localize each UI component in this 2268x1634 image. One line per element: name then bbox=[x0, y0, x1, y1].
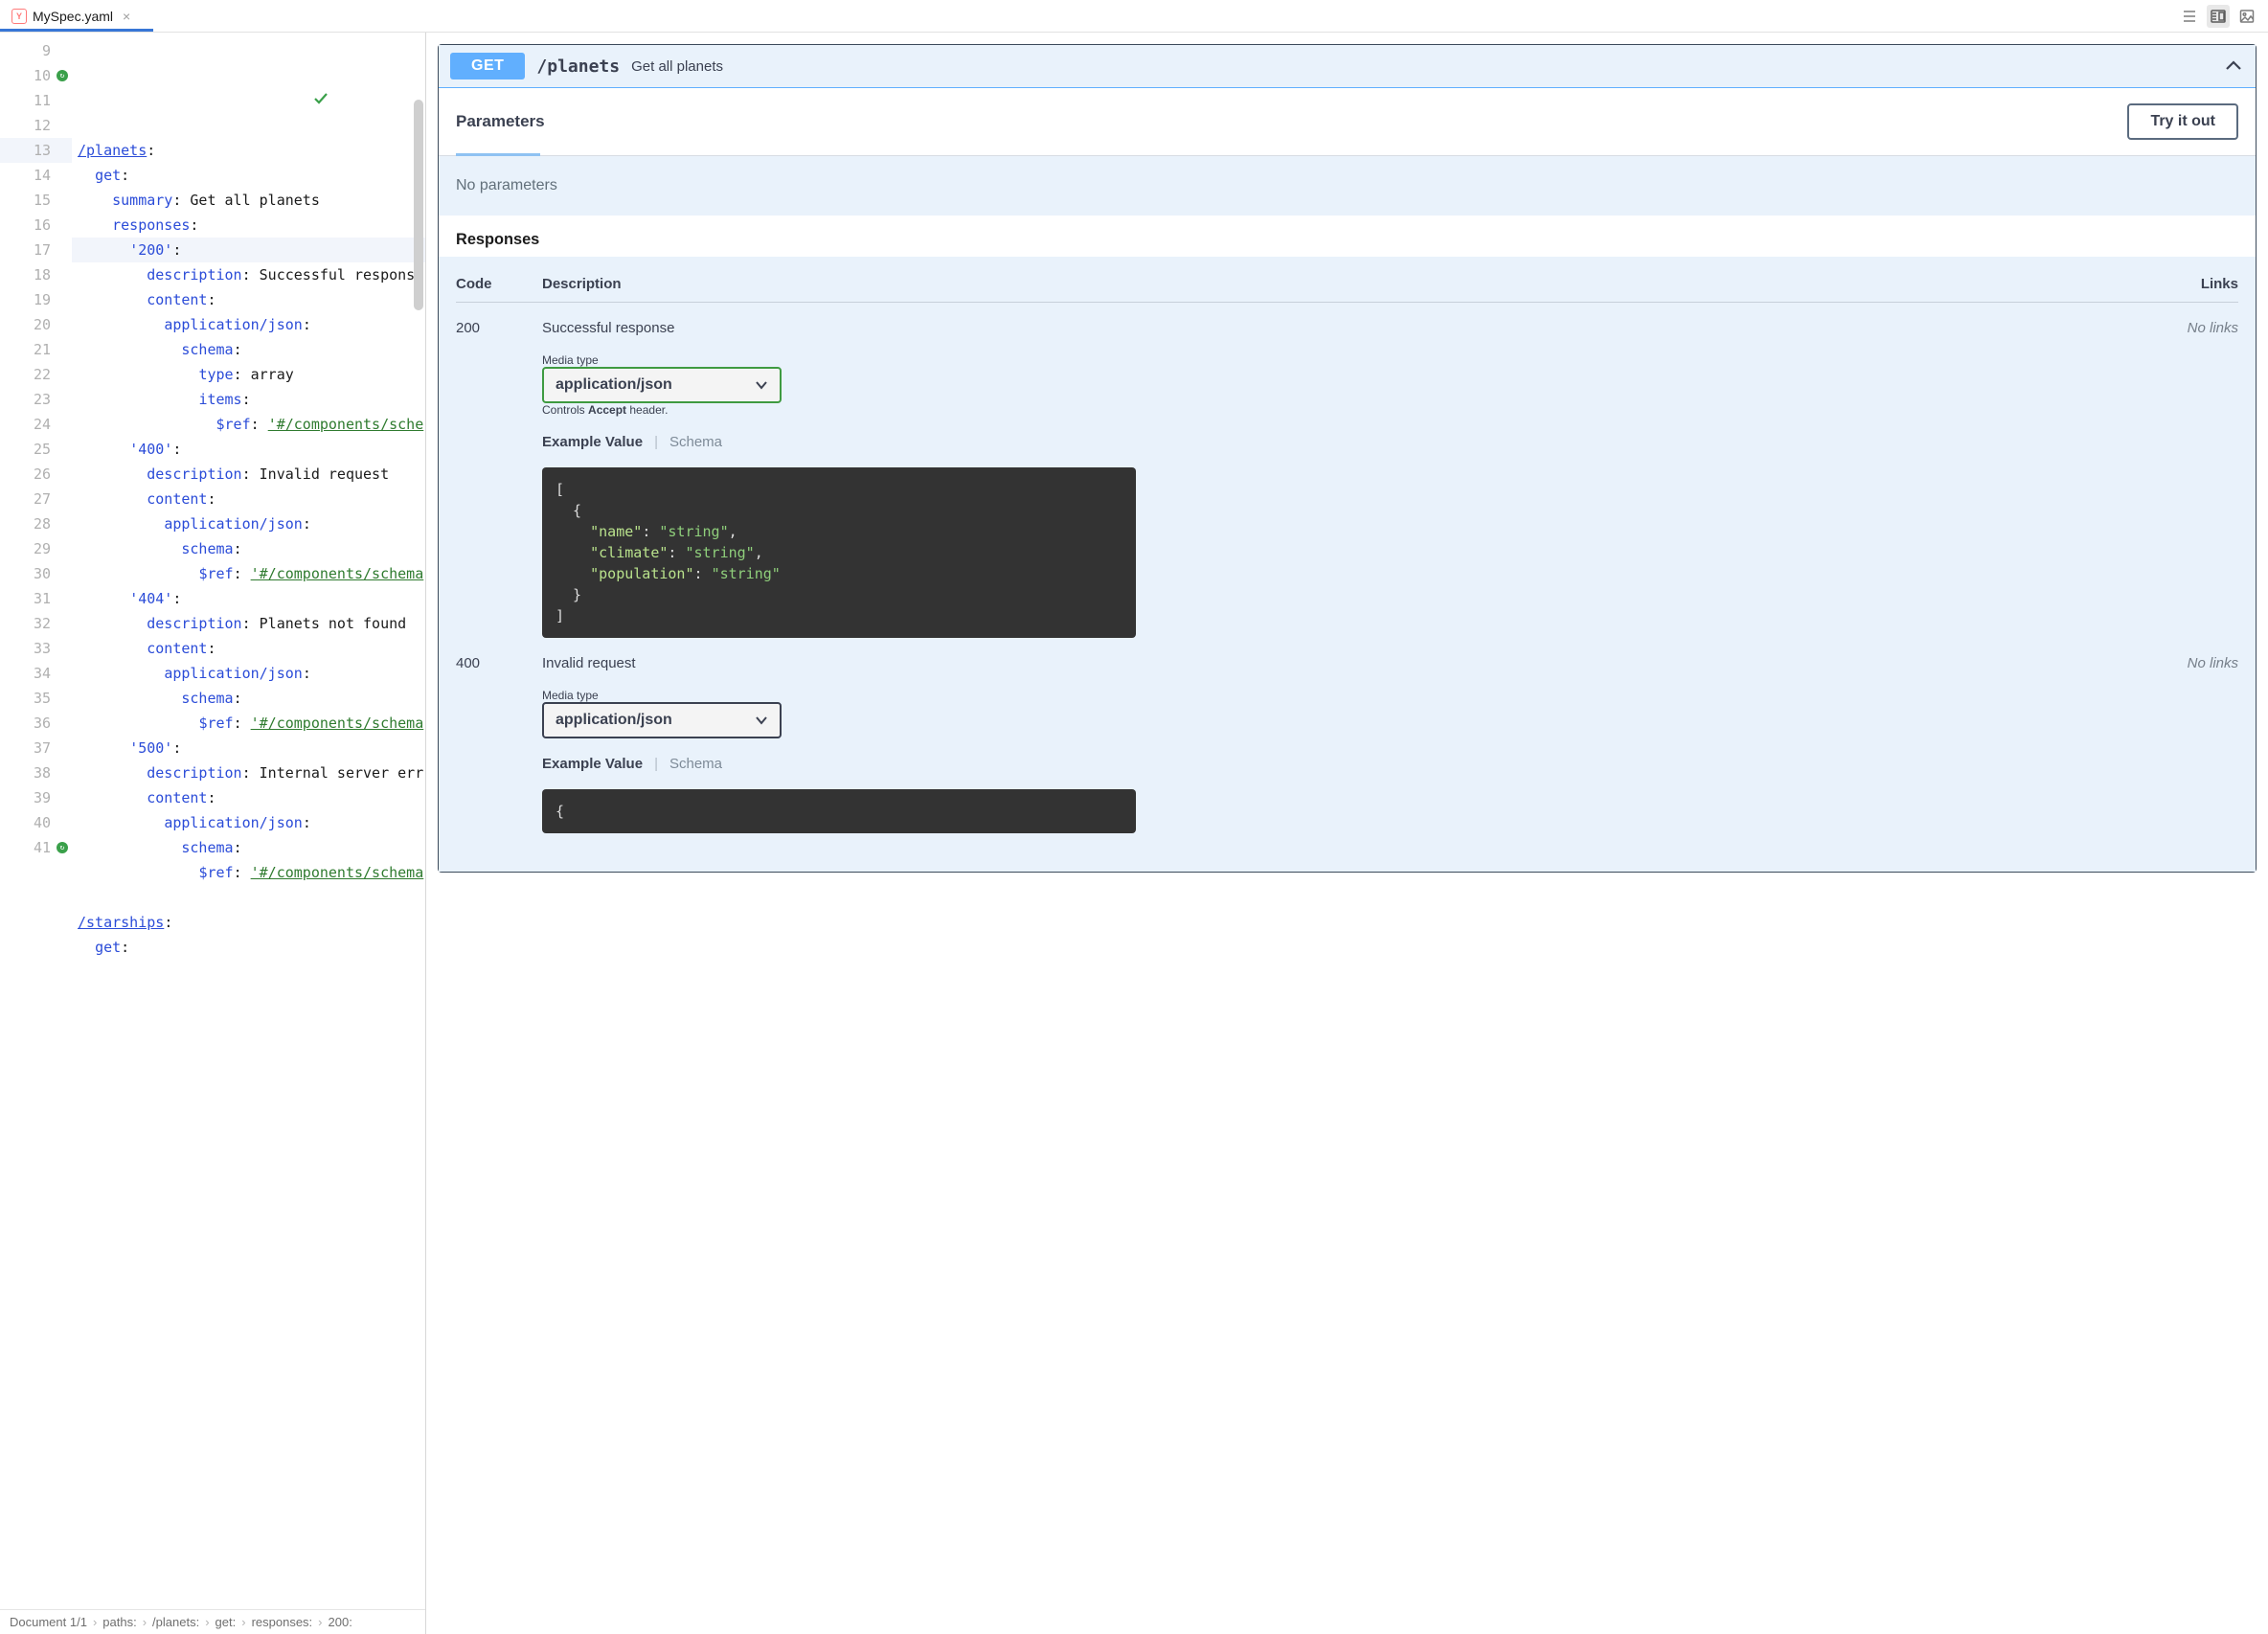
chevron-down-icon bbox=[755, 378, 768, 392]
view-list-icon[interactable] bbox=[2178, 5, 2201, 28]
response-row-400: 400 Invalid request Media type applicati… bbox=[456, 638, 2238, 833]
response-code: 400 bbox=[456, 655, 542, 833]
operation-header[interactable]: GET /planets Get all planets bbox=[439, 45, 2256, 88]
response-description: Successful response bbox=[542, 320, 1136, 336]
operation-card: GET /planets Get all planets Parameters … bbox=[438, 44, 2257, 873]
breadcrumb-item[interactable]: /planets: bbox=[152, 1615, 199, 1629]
media-type-label: Media type bbox=[542, 689, 1136, 702]
breadcrumb-item[interactable]: paths: bbox=[102, 1615, 136, 1629]
response-links: No links bbox=[2152, 320, 2238, 638]
media-type-select[interactable]: application/json bbox=[542, 367, 782, 403]
line-gutter: 910↻111213141516171819202122232425262728… bbox=[0, 33, 72, 1609]
checkmark-icon bbox=[312, 40, 416, 157]
example-schema-toggle[interactable]: Example Value | Schema bbox=[542, 434, 1136, 450]
tab-active-indicator bbox=[0, 29, 153, 32]
media-type-label: Media type bbox=[542, 353, 1136, 367]
tab-filename: MySpec.yaml bbox=[33, 9, 113, 24]
scrollbar-thumb[interactable] bbox=[414, 100, 423, 310]
operation-path: /planets bbox=[536, 57, 620, 77]
chevron-up-icon bbox=[2223, 56, 2244, 77]
parameters-heading: Parameters bbox=[456, 112, 545, 131]
response-links: No links bbox=[2152, 655, 2238, 833]
code-area[interactable]: /planets: get: summary: Get all planets … bbox=[72, 33, 425, 1609]
accept-hint: Controls Accept header. bbox=[542, 403, 1136, 417]
breadcrumb-item[interactable]: 200: bbox=[329, 1615, 352, 1629]
example-code-400: { bbox=[542, 789, 1136, 833]
preview-pane: GET /planets Get all planets Parameters … bbox=[426, 33, 2268, 1634]
media-type-select[interactable]: application/json bbox=[542, 702, 782, 738]
response-description: Invalid request bbox=[542, 655, 1136, 671]
breadcrumb-item[interactable]: get: bbox=[215, 1615, 237, 1629]
breadcrumb-item[interactable]: responses: bbox=[252, 1615, 313, 1629]
view-preview-icon[interactable] bbox=[2235, 5, 2258, 28]
response-code: 200 bbox=[456, 320, 542, 638]
chevron-down-icon bbox=[755, 714, 768, 727]
tab-bar: Y MySpec.yaml × bbox=[0, 0, 2268, 33]
http-method-badge: GET bbox=[450, 53, 525, 79]
close-icon[interactable]: × bbox=[119, 9, 134, 24]
yaml-file-icon: Y bbox=[11, 9, 27, 24]
operation-summary: Get all planets bbox=[631, 58, 723, 75]
view-split-icon[interactable] bbox=[2207, 5, 2230, 28]
breadcrumb-doc: Document 1/1 bbox=[10, 1615, 87, 1629]
responses-heading: Responses bbox=[456, 231, 2238, 249]
responses-table-header: Code Description Links bbox=[456, 266, 2238, 303]
example-code-200: [ { "name": "string", "climate": "string… bbox=[542, 467, 1136, 638]
example-schema-toggle[interactable]: Example Value | Schema bbox=[542, 756, 1136, 772]
tab-myspec[interactable]: Y MySpec.yaml × bbox=[0, 0, 146, 32]
response-row-200: 200 Successful response Media type appli… bbox=[456, 303, 2238, 638]
no-parameters-text: No parameters bbox=[439, 156, 2256, 216]
try-it-out-button[interactable]: Try it out bbox=[2127, 103, 2238, 140]
editor-pane: 910↻111213141516171819202122232425262728… bbox=[0, 33, 426, 1634]
breadcrumb[interactable]: Document 1/1 › paths: › /planets: › get:… bbox=[0, 1609, 425, 1634]
